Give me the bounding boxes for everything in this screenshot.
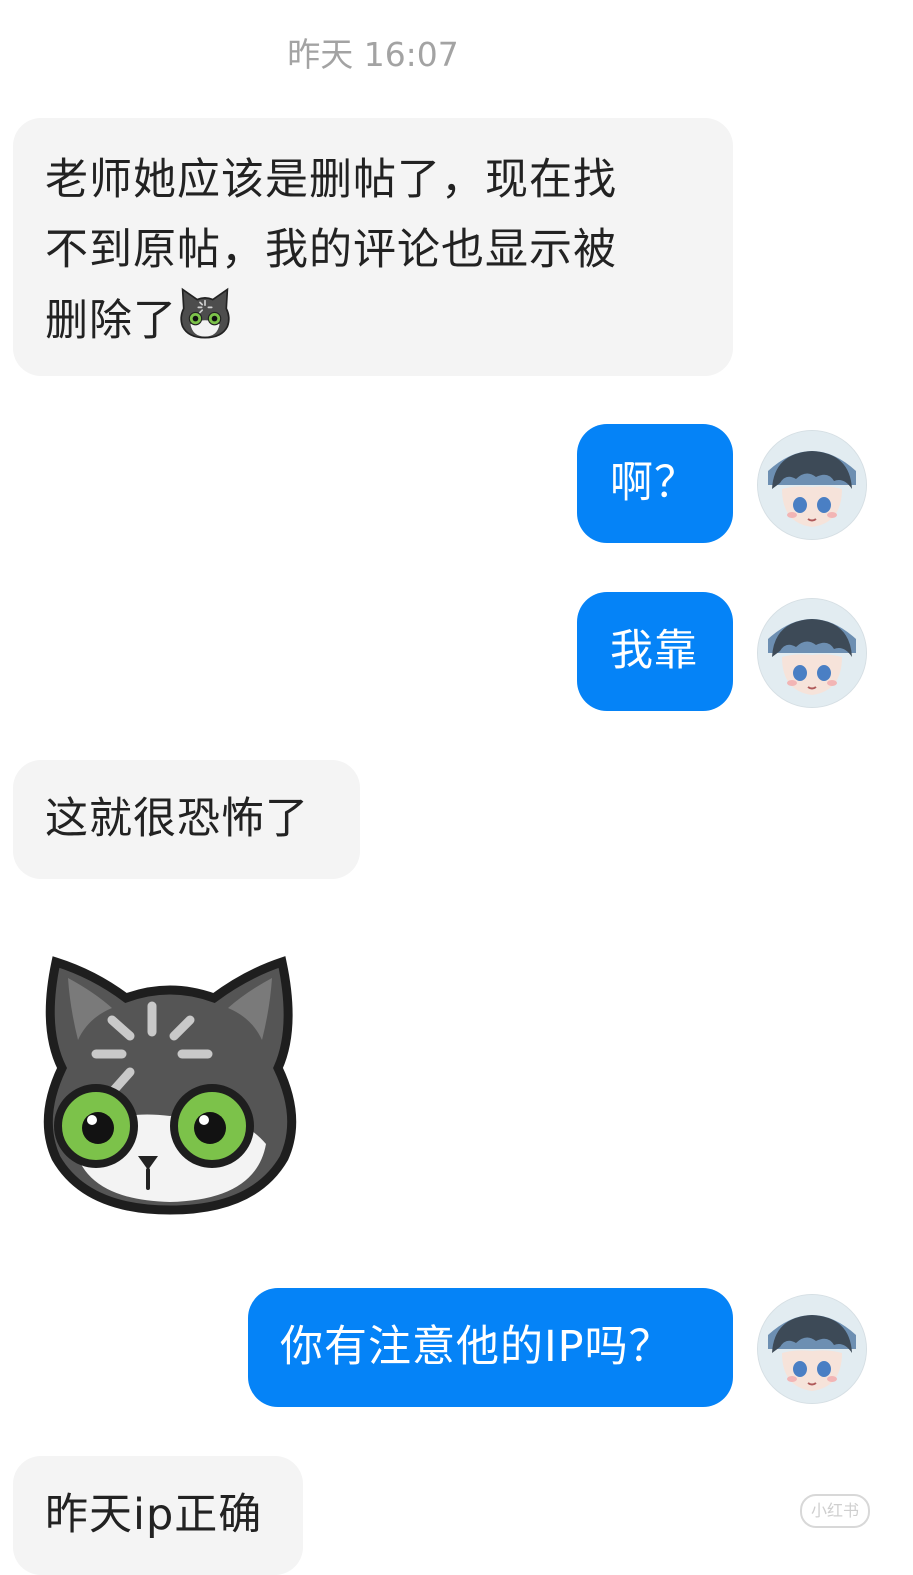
message-bubble-incoming[interactable]: 老师她应该是删帖了，现在找 不到原帖，我的评论也显示被 删除了 — [13, 118, 733, 376]
cat-loading-sticker[interactable] — [34, 948, 306, 1220]
message-bubble-outgoing[interactable]: 我靠 — [577, 592, 733, 711]
message-text-line: 不到原帖，我的评论也显示被 — [45, 225, 617, 275]
message-text-line: 老师她应该是删帖了，现在找 — [45, 155, 617, 205]
user-avatar[interactable] — [757, 598, 867, 708]
message-text: 你有注意他的IP吗？ — [280, 1322, 673, 1372]
cat-loading-emoji-icon — [180, 287, 230, 339]
message-text: 删除了 — [45, 296, 177, 346]
message-text: 这就很恐怖了 — [45, 794, 309, 844]
avatar-image-icon — [758, 599, 866, 707]
message-bubble-incoming[interactable]: 昨天ip正确 — [13, 1456, 303, 1575]
message-text: 昨天ip正确 — [45, 1490, 263, 1540]
message-text: 我靠 — [610, 626, 698, 676]
chat-timestamp: 昨天 16:07 — [287, 35, 459, 74]
avatar-image-icon — [758, 1295, 866, 1403]
message-bubble-outgoing[interactable]: 你有注意他的IP吗？ — [248, 1288, 733, 1407]
user-avatar[interactable] — [757, 1294, 867, 1404]
message-bubble-incoming[interactable]: 这就很恐怖了 — [13, 760, 360, 879]
message-text: 啊？ — [610, 458, 698, 508]
user-avatar[interactable] — [757, 430, 867, 540]
message-text-line: 删除了 — [45, 285, 703, 356]
avatar-image-icon — [758, 431, 866, 539]
message-bubble-outgoing[interactable]: 啊？ — [577, 424, 733, 543]
xiaohongshu-watermark: 小红书 — [800, 1494, 870, 1528]
